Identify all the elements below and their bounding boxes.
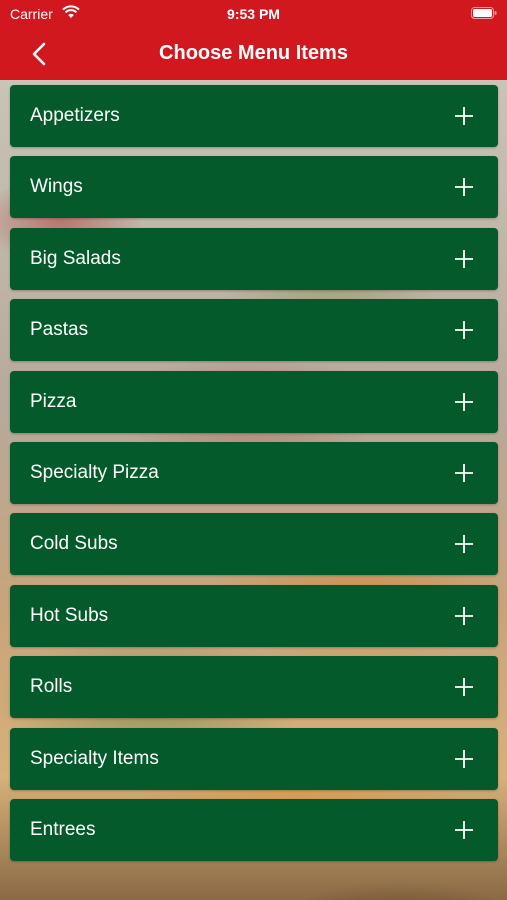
menu-item-wings[interactable]: Wings <box>10 156 498 219</box>
menu-item-label: Specialty Pizza <box>30 461 159 483</box>
menu-item-label: Big Salads <box>30 247 121 269</box>
battery-icon <box>471 7 497 19</box>
menu-category-list: Appetizers Wings Big Salads Pastas Pizza… <box>10 85 498 870</box>
menu-item-label: Pastas <box>30 319 89 341</box>
plus-icon[interactable] <box>454 749 474 769</box>
navigation-bar: Choose Menu Items <box>0 28 507 80</box>
menu-item-label: Cold Subs <box>30 533 118 555</box>
plus-icon[interactable] <box>454 320 474 340</box>
plus-icon[interactable] <box>454 177 474 197</box>
plus-icon[interactable] <box>454 534 474 554</box>
menu-item-specialty-items[interactable]: Specialty Items <box>10 727 498 790</box>
menu-item-label: Entrees <box>30 818 96 840</box>
menu-item-label: Hot Subs <box>30 604 109 626</box>
menu-item-big-salads[interactable]: Big Salads <box>10 227 498 290</box>
menu-item-label: Rolls <box>30 676 73 698</box>
menu-item-label: Appetizers <box>30 105 120 126</box>
plus-icon[interactable] <box>454 106 474 126</box>
plus-icon[interactable] <box>454 463 474 483</box>
plus-icon[interactable] <box>454 606 474 626</box>
menu-item-label: Wings <box>30 176 83 198</box>
status-bar: Carrier 9:53 PM <box>0 0 507 28</box>
plus-icon[interactable] <box>454 677 474 697</box>
plus-icon[interactable] <box>454 392 474 412</box>
status-time: 9:53 PM <box>227 6 280 22</box>
menu-item-label: Pizza <box>30 390 77 412</box>
menu-item-entrees[interactable]: Entrees <box>10 798 498 861</box>
menu-item-pizza[interactable]: Pizza <box>10 370 498 433</box>
menu-item-hot-subs[interactable]: Hot Subs <box>10 584 498 647</box>
menu-item-rolls[interactable]: Rolls <box>10 656 498 719</box>
menu-item-specialty-pizza[interactable]: Specialty Pizza <box>10 441 498 504</box>
page-title: Choose Menu Items <box>159 42 348 64</box>
plus-icon[interactable] <box>454 820 474 840</box>
menu-item-label: Specialty Items <box>30 747 159 769</box>
plus-icon[interactable] <box>454 249 474 269</box>
menu-item-appetizers[interactable]: Appetizers <box>10 85 498 147</box>
menu-item-cold-subs[interactable]: Cold Subs <box>10 513 498 576</box>
menu-item-pastas[interactable]: Pastas <box>10 299 498 362</box>
